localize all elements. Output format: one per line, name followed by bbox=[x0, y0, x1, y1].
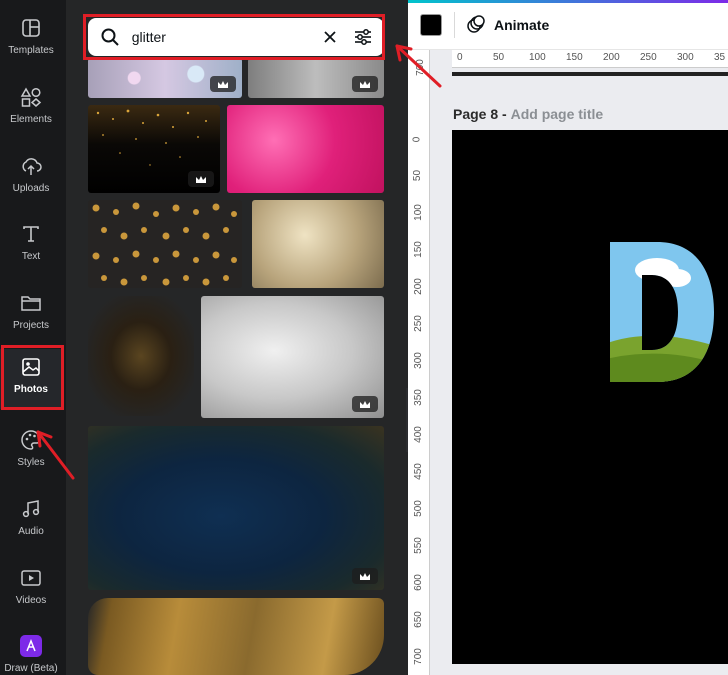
ruler-tick: 200 bbox=[603, 52, 620, 63]
sidebar-item-templates[interactable]: Templates bbox=[0, 10, 62, 70]
photo-tile[interactable] bbox=[88, 296, 194, 416]
photos-icon bbox=[19, 355, 43, 379]
sidebar-item-label: Elements bbox=[10, 114, 52, 125]
sidebar-item-label: Styles bbox=[17, 457, 45, 468]
editor-toolbar: Animate bbox=[408, 0, 728, 50]
sidebar-item-label: Draw (Beta) bbox=[4, 663, 58, 674]
ruler-tick: 100 bbox=[412, 204, 424, 221]
animate-icon bbox=[467, 15, 485, 33]
ruler-tick: 0 bbox=[411, 136, 423, 143]
ruler-tick: 400 bbox=[412, 426, 424, 443]
ruler-tick: 300 bbox=[412, 352, 424, 369]
ruler-tick: 450 bbox=[412, 463, 424, 480]
sidebar-item-label: Audio bbox=[18, 526, 44, 537]
folder-icon bbox=[19, 291, 43, 315]
elements-icon bbox=[19, 85, 43, 109]
sidebar-item-elements[interactable]: Elements bbox=[0, 79, 62, 139]
palette-icon bbox=[19, 428, 43, 452]
video-icon bbox=[19, 566, 43, 590]
ruler-tick: 600 bbox=[412, 574, 424, 591]
music-note-icon bbox=[19, 497, 43, 521]
sidebar-item-audio[interactable]: Audio bbox=[0, 491, 62, 551]
ruler-tick: 50 bbox=[412, 169, 424, 182]
ruler-tick: 150 bbox=[566, 52, 583, 63]
search-icon bbox=[100, 27, 130, 47]
sidebar-item-label: Templates bbox=[8, 45, 54, 56]
toolbar-divider bbox=[454, 12, 455, 38]
photos-panel bbox=[66, 0, 408, 675]
sidebar-item-label: Text bbox=[21, 251, 41, 262]
sidebar-item-label: Projects bbox=[12, 320, 50, 331]
photo-tile[interactable] bbox=[88, 58, 242, 98]
premium-crown-icon bbox=[352, 396, 378, 412]
premium-crown-icon bbox=[188, 171, 214, 187]
animate-label: Animate bbox=[494, 17, 550, 33]
sidebar-item-uploads[interactable]: Uploads bbox=[0, 148, 62, 208]
photo-tile[interactable] bbox=[88, 105, 220, 193]
search-input[interactable] bbox=[131, 29, 313, 45]
close-icon bbox=[323, 31, 336, 43]
ruler-tick: 150 bbox=[412, 241, 424, 258]
photo-tile[interactable] bbox=[201, 296, 384, 418]
photo-tile[interactable] bbox=[88, 200, 242, 288]
ruler-tick: 35 bbox=[714, 52, 726, 63]
draw-icon bbox=[19, 634, 43, 658]
sidebar-item-projects[interactable]: Projects bbox=[0, 285, 62, 345]
sidebar-item-videos[interactable]: Videos bbox=[0, 560, 62, 620]
vertical-ruler: 700 0 50 100 150 200 250 300 350 400 450… bbox=[408, 50, 430, 675]
ruler-tick: 500 bbox=[412, 500, 424, 517]
ruler-tick: 350 bbox=[412, 389, 424, 406]
page-title-row: Page 8 - Add page title bbox=[453, 106, 603, 122]
animate-button[interactable]: Animate bbox=[466, 12, 549, 38]
left-sidebar: Templates Elements Uploads Text Projects… bbox=[0, 0, 66, 675]
filter-sliders-icon bbox=[355, 29, 372, 45]
ruler-tick: 0 bbox=[457, 52, 463, 63]
ruler-tick: 100 bbox=[529, 52, 546, 63]
premium-crown-icon bbox=[352, 76, 378, 92]
sidebar-item-label: Uploads bbox=[12, 183, 50, 194]
sidebar-item-styles[interactable]: Styles bbox=[0, 422, 62, 482]
ruler-tick: 700 bbox=[412, 648, 424, 665]
ruler-tick: 50 bbox=[493, 52, 505, 63]
horizontal-ruler: 0 50 100 150 200 250 300 35 bbox=[452, 50, 728, 68]
page-number-label: Page 8 - bbox=[453, 106, 507, 122]
sidebar-item-label: Videos bbox=[15, 595, 47, 606]
photo-tile[interactable] bbox=[88, 598, 384, 675]
photo-tile[interactable] bbox=[248, 58, 384, 98]
text-icon bbox=[19, 222, 43, 246]
photo-tile[interactable] bbox=[227, 105, 384, 193]
premium-crown-icon bbox=[352, 568, 378, 584]
premium-crown-icon bbox=[210, 76, 236, 92]
ruler-tick: 700 bbox=[414, 59, 426, 76]
ruler-tick: 300 bbox=[677, 52, 694, 63]
color-picker-button[interactable] bbox=[420, 14, 442, 36]
sidebar-item-label: Photos bbox=[14, 384, 48, 395]
ruler-tick: 550 bbox=[412, 537, 424, 554]
sidebar-item-draw[interactable]: Draw (Beta) bbox=[0, 628, 62, 675]
ruler-tick: 250 bbox=[412, 315, 424, 332]
design-page[interactable] bbox=[452, 130, 728, 664]
page-title-input[interactable]: Add page title bbox=[511, 106, 604, 122]
photo-tile[interactable] bbox=[252, 200, 384, 288]
templates-icon bbox=[19, 16, 43, 40]
sidebar-item-photos[interactable]: Photos bbox=[0, 349, 62, 409]
previous-page-edge bbox=[452, 72, 728, 76]
uploads-icon bbox=[19, 154, 43, 178]
filter-button[interactable] bbox=[346, 20, 380, 54]
ruler-tick: 250 bbox=[640, 52, 657, 63]
header-gradient bbox=[408, 0, 728, 3]
search-bar bbox=[88, 18, 384, 56]
ruler-tick: 200 bbox=[412, 278, 424, 295]
sidebar-item-text[interactable]: Text bbox=[0, 216, 62, 276]
letter-d-graphic[interactable] bbox=[452, 130, 728, 664]
clear-search-button[interactable] bbox=[313, 20, 347, 54]
ruler-tick: 650 bbox=[412, 611, 424, 628]
photo-tile[interactable] bbox=[88, 426, 384, 590]
